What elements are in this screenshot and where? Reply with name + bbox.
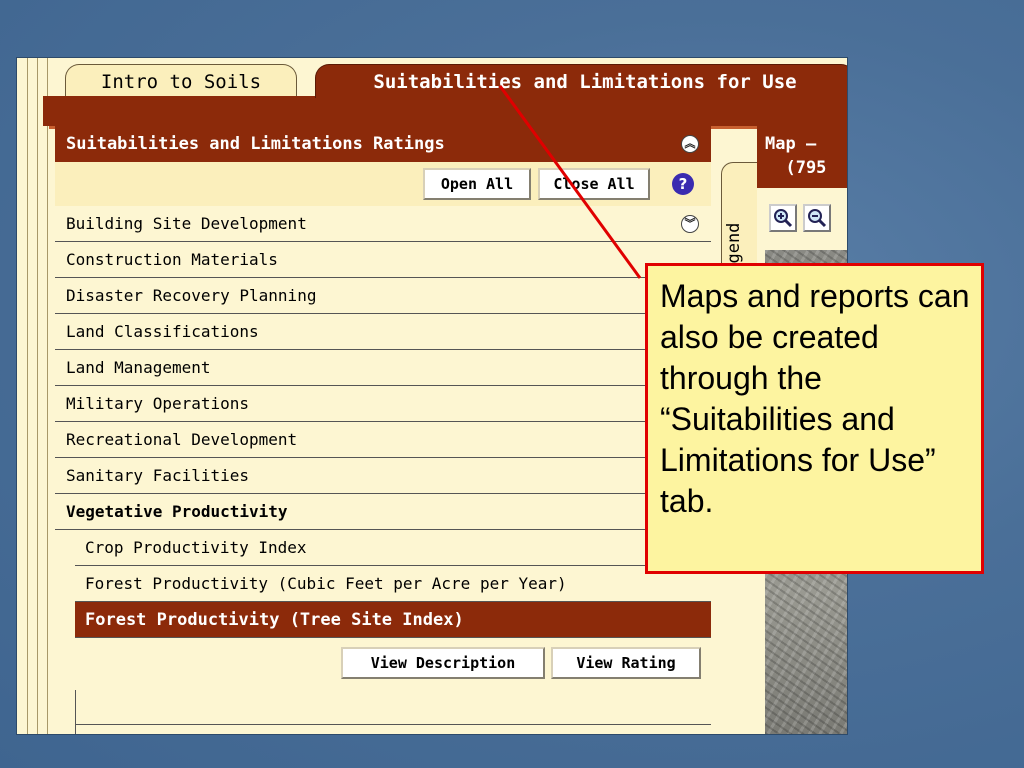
list-divider bbox=[75, 724, 711, 725]
category-label: Land Management bbox=[66, 358, 211, 377]
category-land-classifications[interactable]: Land Classifications bbox=[55, 314, 711, 350]
open-all-button[interactable]: Open All bbox=[423, 168, 531, 200]
frame-divider bbox=[47, 58, 48, 734]
category-label: Military Operations bbox=[66, 394, 250, 413]
category-building-site-development[interactable]: Building Site Development bbox=[55, 206, 711, 242]
double-chevron-down-icon[interactable]: ︾ bbox=[681, 215, 699, 233]
category-label: Building Site Development bbox=[66, 214, 307, 233]
zoom-out-icon[interactable] bbox=[803, 204, 831, 232]
callout-text: Maps and reports can also be created thr… bbox=[660, 278, 970, 519]
category-disaster-recovery-planning[interactable]: Disaster Recovery Planning bbox=[55, 278, 711, 314]
tab-suitabilities-and-limitations[interactable]: Suitabilities and Limitations for Use bbox=[315, 64, 847, 98]
category-sanitary-facilities[interactable]: Sanitary Facilities bbox=[55, 458, 711, 494]
category-label: Sanitary Facilities bbox=[66, 466, 250, 485]
category-military-operations[interactable]: Military Operations bbox=[55, 386, 711, 422]
close-all-button[interactable]: Close All bbox=[538, 168, 650, 200]
subitem-forest-productivity-tree-site-index[interactable]: Forest Productivity (Tree Site Index) bbox=[75, 602, 711, 638]
view-rating-button[interactable]: View Rating bbox=[551, 647, 701, 679]
double-chevron-up-icon[interactable]: ︽ bbox=[681, 135, 699, 153]
ratings-button-row: Open All Close All ? bbox=[55, 162, 711, 207]
zoom-in-icon[interactable] bbox=[769, 204, 797, 232]
category-label: Recreational Development bbox=[66, 430, 298, 449]
frame-divider bbox=[37, 58, 38, 734]
subitem-label: Forest Productivity (Cubic Feet per Acre… bbox=[85, 574, 567, 593]
subitem-forest-productivity-cubic-feet[interactable]: Forest Productivity (Cubic Feet per Acre… bbox=[75, 566, 711, 602]
subitem-action-row: View Description View Rating bbox=[75, 638, 711, 690]
ratings-panel-header: Suitabilities and Limitations Ratings bbox=[55, 126, 711, 162]
question-icon[interactable]: ? bbox=[672, 173, 694, 195]
ratings-panel-title: Suitabilities and Limitations Ratings bbox=[66, 134, 445, 154]
category-recreational-development[interactable]: Recreational Development bbox=[55, 422, 711, 458]
subitem-label: Crop Productivity Index bbox=[85, 538, 307, 557]
category-label: Land Classifications bbox=[66, 322, 259, 341]
ratings-panel: Suitabilities and Limitations Ratings ︽ … bbox=[55, 126, 711, 734]
map-panel-title: Map — (795 bbox=[757, 126, 847, 188]
view-description-button[interactable]: View Description bbox=[341, 647, 545, 679]
tab-intro-to-soils[interactable]: Intro to Soils bbox=[65, 64, 297, 98]
active-tab-band bbox=[43, 96, 847, 126]
frame-divider bbox=[27, 58, 28, 734]
category-label: Disaster Recovery Planning bbox=[66, 286, 317, 305]
category-label: Construction Materials bbox=[66, 250, 278, 269]
category-label: Vegetative Productivity bbox=[66, 502, 288, 521]
category-vegetative-productivity[interactable]: Vegetative Productivity bbox=[55, 494, 711, 530]
category-construction-materials[interactable]: Construction Materials bbox=[55, 242, 711, 278]
annotation-callout: Maps and reports can also be created thr… bbox=[645, 263, 984, 574]
subitem-crop-productivity-index[interactable]: Crop Productivity Index bbox=[75, 530, 711, 566]
category-land-management[interactable]: Land Management bbox=[55, 350, 711, 386]
subitem-label: Forest Productivity (Tree Site Index) bbox=[85, 609, 464, 630]
